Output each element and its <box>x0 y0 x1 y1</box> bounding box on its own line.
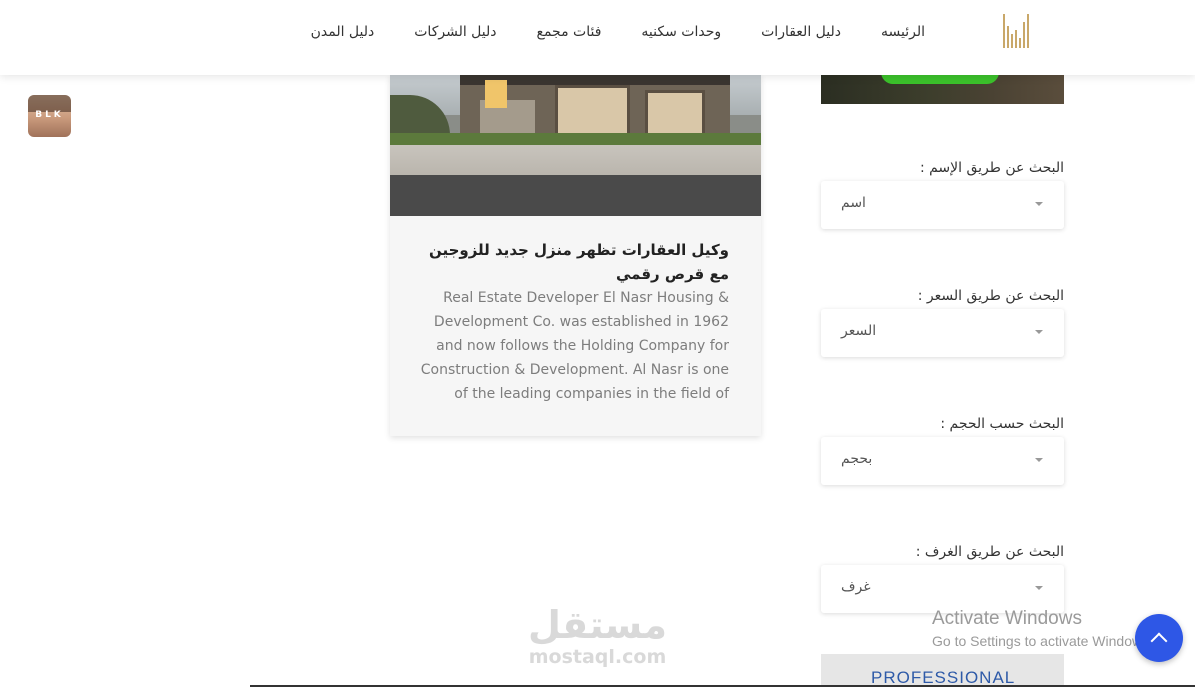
filter-label: البحث عن طريق الغرف : <box>915 544 1064 560</box>
watermark-latin: mostaql.com <box>528 646 667 668</box>
main-nav: الرئيسه دليل العقارات وحدات سكنيه فئات م… <box>311 22 925 42</box>
card-description: Real Estate Developer El Nasr Housing & … <box>420 290 729 402</box>
search-filters: البحث عن طريق الإسم : اسم البحث عن طريق … <box>821 156 1064 668</box>
chevron-up-icon <box>1150 632 1168 650</box>
filter-name: البحث عن طريق الإسم : اسم <box>821 156 1064 229</box>
caret-down-icon <box>1035 458 1043 462</box>
article-card[interactable]: وكيل العقارات تظهر منزل جديد للزوجين مع … <box>390 75 761 436</box>
caret-down-icon <box>1035 202 1043 206</box>
floating-avatar[interactable]: BLK <box>28 95 71 137</box>
activate-windows-overlay: Activate Windows Go to Settings to activ… <box>932 608 1153 652</box>
nav-item-companies-guide[interactable]: دليل الشركات <box>414 22 496 42</box>
nav-item-cities-guide[interactable]: دليل المدن <box>311 22 375 42</box>
filter-size: البحث حسب الحجم : بحجم <box>821 412 1064 485</box>
select-value: السعر <box>841 323 877 339</box>
caret-down-icon <box>1035 586 1043 590</box>
filter-rooms: البحث عن طريق الغرف : غرف <box>821 540 1064 613</box>
site-logo[interactable] <box>1003 14 1035 48</box>
filter-label: البحث عن طريق السعر : <box>917 288 1064 304</box>
caret-down-icon <box>1035 330 1043 334</box>
watermark-arabic: مستقل <box>528 603 667 647</box>
activate-subtitle: Go to Settings to activate Windows. <box>932 633 1153 649</box>
card-image[interactable] <box>390 75 761 216</box>
select-value: غرف <box>841 579 871 595</box>
mostaql-watermark: مستقل mostaql.com <box>520 603 675 667</box>
price-select[interactable]: السعر <box>821 309 1064 357</box>
nav-item-compound-categories[interactable]: فئات مجمع <box>537 22 602 42</box>
scroll-top-button[interactable] <box>1135 614 1183 662</box>
card-title[interactable]: وكيل العقارات تظهر منزل جديد للزوجين مع … <box>420 238 729 286</box>
size-select[interactable]: بحجم <box>821 437 1064 485</box>
filter-label: البحث عن طريق الإسم : <box>919 160 1064 176</box>
select-value: بحجم <box>841 451 873 467</box>
professional-banner[interactable]: PROFESSIONAL <box>821 654 1064 687</box>
activate-title: Activate Windows <box>932 608 1082 629</box>
nav-item-home[interactable]: الرئيسه <box>881 22 925 42</box>
rooms-select[interactable]: غرف <box>821 565 1064 613</box>
filter-price: البحث عن طريق السعر : السعر <box>821 284 1064 357</box>
avatar-text: BLK <box>35 110 64 120</box>
nav-item-residential-units[interactable]: وحدات سكنيه <box>641 22 721 42</box>
name-select[interactable]: اسم <box>821 181 1064 229</box>
nav-item-real-estate-guide[interactable]: دليل العقارات <box>761 22 841 42</box>
site-header: الرئيسه دليل العقارات وحدات سكنيه فئات م… <box>0 0 1195 75</box>
filter-label: البحث حسب الحجم : <box>940 416 1064 432</box>
select-value: اسم <box>841 195 866 211</box>
